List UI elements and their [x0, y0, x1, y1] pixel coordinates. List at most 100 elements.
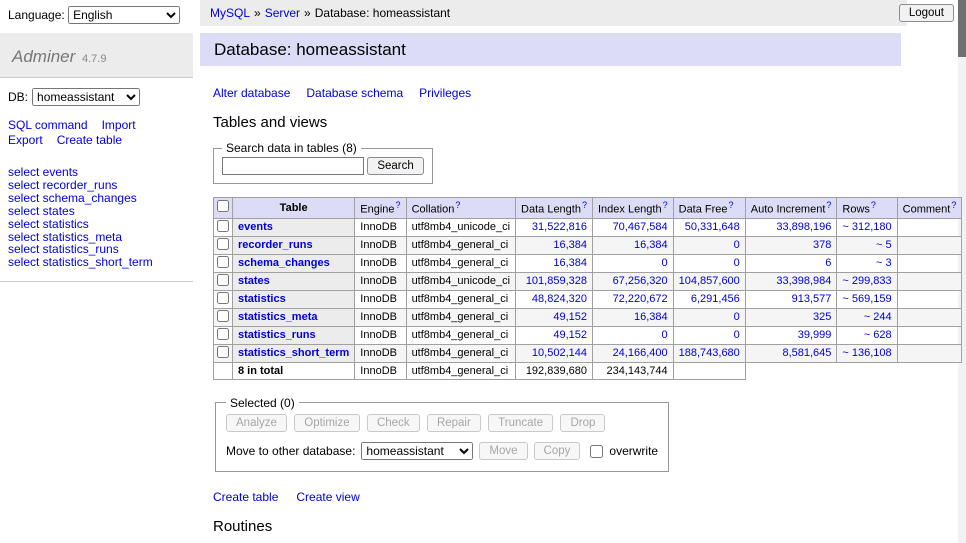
sidebar-item-select-recorder-runs[interactable]: select recorder_runs — [8, 179, 185, 192]
auto-increment-link[interactable]: 33,398,984 — [776, 275, 831, 287]
data-free-link[interactable]: 50,331,648 — [685, 221, 740, 233]
db-select[interactable]: homeassistant — [32, 88, 140, 106]
table-name-link[interactable]: statistics — [238, 293, 286, 305]
sidebar-item-select-statistics[interactable]: select statistics — [8, 218, 185, 231]
table-name-link[interactable]: statistics_short_term — [238, 347, 349, 359]
auto-increment-link[interactable]: 325 — [813, 311, 831, 323]
logout-button[interactable]: Logout — [899, 4, 954, 22]
rows-link[interactable]: ~ 5 — [876, 239, 892, 251]
data-length-link[interactable]: 31,522,816 — [532, 221, 587, 233]
alter-database-link[interactable]: Alter database — [213, 86, 290, 100]
table-name-link[interactable]: events — [238, 221, 273, 233]
row-checkbox[interactable] — [217, 274, 229, 286]
data-free-link[interactable]: 0 — [734, 311, 740, 323]
data-length-link[interactable]: 49,152 — [553, 311, 587, 323]
privileges-link[interactable]: Privileges — [419, 86, 471, 100]
index-length-link[interactable]: 72,220,672 — [613, 293, 668, 305]
sidebar-item-select-statistics-short-term[interactable]: select statistics_short_term — [8, 256, 185, 269]
row-checkbox[interactable] — [217, 310, 229, 322]
data-free-link[interactable]: 6,291,456 — [691, 293, 740, 305]
rows-link[interactable]: ~ 312,180 — [842, 221, 891, 233]
analyze-button[interactable]: Analyze — [226, 414, 287, 432]
data-free-link[interactable]: 188,743,680 — [679, 347, 740, 359]
language-select[interactable]: English — [68, 6, 180, 24]
index-length-link[interactable]: 0 — [662, 257, 668, 269]
check-button[interactable]: Check — [367, 414, 420, 432]
auto-increment-link[interactable]: 378 — [813, 239, 831, 251]
table-name-link[interactable]: states — [238, 275, 270, 287]
help-link[interactable]: ? — [951, 200, 956, 210]
row-checkbox[interactable] — [217, 220, 229, 232]
help-link[interactable]: ? — [582, 200, 587, 210]
rows-link[interactable]: ~ 244 — [864, 311, 892, 323]
table-name-link[interactable]: recorder_runs — [238, 239, 313, 251]
help-link[interactable]: ? — [871, 200, 876, 210]
drop-button[interactable]: Drop — [560, 414, 605, 432]
help-link[interactable]: ? — [663, 200, 668, 210]
table-name-link[interactable]: schema_changes — [238, 257, 330, 269]
app-title-link[interactable]: Adminer — [12, 47, 75, 66]
rows-link[interactable]: ~ 3 — [876, 257, 892, 269]
help-link[interactable]: ? — [455, 200, 460, 210]
data-length-link[interactable]: 48,824,320 — [532, 293, 587, 305]
index-length-link[interactable]: 24,166,400 — [613, 347, 668, 359]
auto-increment-link[interactable]: 8,581,645 — [782, 347, 831, 359]
data-free-link[interactable]: 0 — [734, 239, 740, 251]
breadcrumb-server-link[interactable]: Server — [265, 6, 300, 20]
auto-increment-link[interactable]: 39,999 — [798, 329, 832, 341]
sidebar-create-table-link[interactable]: Create table — [57, 133, 122, 147]
rows-link[interactable]: ~ 299,833 — [842, 275, 891, 287]
search-input[interactable] — [222, 157, 364, 175]
data-free-link[interactable]: 0 — [734, 329, 740, 341]
table-name-link[interactable]: statistics_runs — [238, 329, 316, 341]
row-checkbox[interactable] — [217, 328, 229, 340]
repair-button[interactable]: Repair — [427, 414, 481, 432]
scrollbar-thumb[interactable] — [958, 0, 966, 57]
optimize-button[interactable]: Optimize — [294, 414, 359, 432]
row-checkbox[interactable] — [217, 238, 229, 250]
help-link[interactable]: ? — [729, 200, 734, 210]
row-checkbox[interactable] — [217, 256, 229, 268]
data-length-link[interactable]: 101,859,328 — [526, 275, 587, 287]
select-all-checkbox[interactable] — [217, 200, 229, 212]
breadcrumb-mysql-link[interactable]: MySQL — [210, 6, 250, 20]
sidebar-import-link[interactable]: Import — [102, 118, 136, 132]
rows-link[interactable]: ~ 136,108 — [842, 347, 891, 359]
index-length-link[interactable]: 70,467,584 — [613, 221, 668, 233]
row-checkbox[interactable] — [217, 346, 229, 358]
data-free-link[interactable]: 104,857,600 — [679, 275, 740, 287]
sidebar-item-select-events[interactable]: select events — [8, 166, 185, 179]
index-length-link[interactable]: 16,384 — [634, 311, 668, 323]
data-length-link[interactable]: 49,152 — [553, 329, 587, 341]
data-length-link[interactable]: 16,384 — [553, 239, 587, 251]
data-free-link[interactable]: 0 — [734, 257, 740, 269]
rows-link[interactable]: ~ 628 — [864, 329, 892, 341]
truncate-button[interactable]: Truncate — [488, 414, 553, 432]
sidebar-item-select-schema-changes[interactable]: select schema_changes — [8, 192, 185, 205]
auto-increment-link[interactable]: 33,898,196 — [776, 221, 831, 233]
index-length-link[interactable]: 0 — [662, 329, 668, 341]
move-button[interactable]: Move — [479, 442, 527, 460]
create-view-link[interactable]: Create view — [296, 490, 359, 504]
row-checkbox[interactable] — [217, 292, 229, 304]
database-schema-link[interactable]: Database schema — [306, 86, 403, 100]
sidebar-export-link[interactable]: Export — [8, 133, 43, 147]
auto-increment-link[interactable]: 6 — [825, 257, 831, 269]
data-length-link[interactable]: 10,502,144 — [532, 347, 587, 359]
sidebar-item-select-states[interactable]: select states — [8, 205, 185, 218]
index-length-link[interactable]: 67,256,320 — [613, 275, 668, 287]
index-length-link[interactable]: 16,384 — [634, 239, 668, 251]
sidebar-sql-command-link[interactable]: SQL command — [8, 118, 88, 132]
overwrite-checkbox[interactable] — [590, 445, 603, 458]
help-link[interactable]: ? — [826, 200, 831, 210]
auto-increment-link[interactable]: 913,577 — [792, 293, 832, 305]
rows-link[interactable]: ~ 569,159 — [842, 293, 891, 305]
copy-button[interactable]: Copy — [534, 442, 581, 460]
table-name-link[interactable]: statistics_meta — [238, 311, 318, 323]
search-button[interactable]: Search — [367, 157, 423, 175]
help-link[interactable]: ? — [396, 200, 401, 210]
create-table-link[interactable]: Create table — [213, 490, 278, 504]
footer-collation-cell: utf8mb4_general_ci — [406, 362, 515, 379]
move-database-select[interactable]: homeassistant — [361, 442, 473, 460]
data-length-link[interactable]: 16,384 — [553, 257, 587, 269]
